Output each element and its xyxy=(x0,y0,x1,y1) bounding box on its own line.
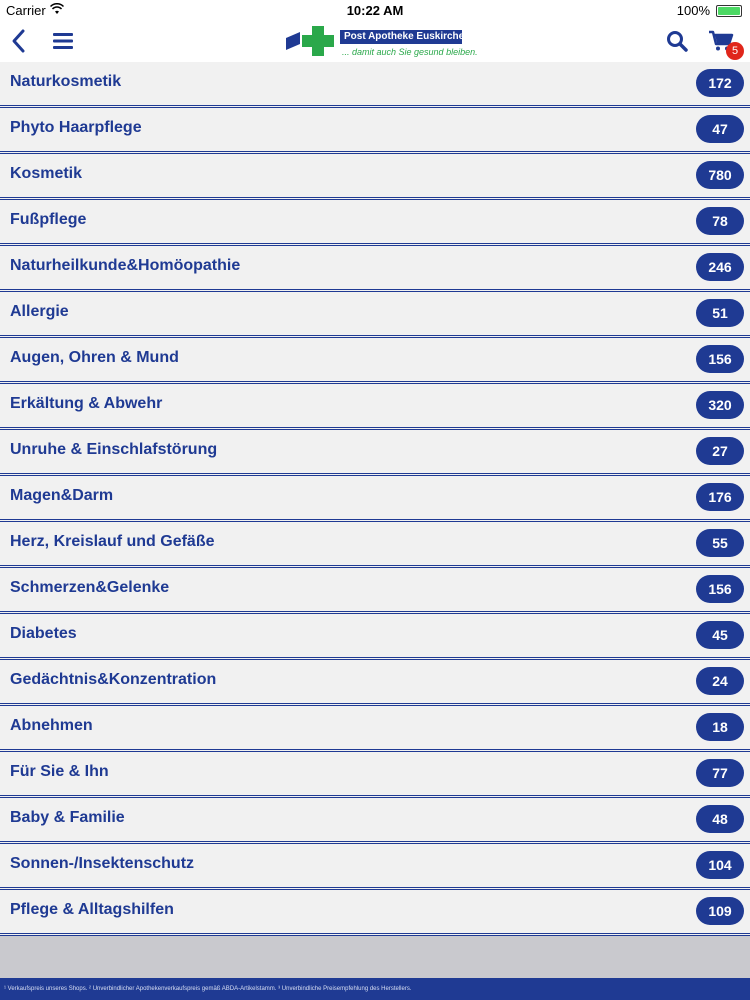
price-footnote-bar: ¹ Verkaufspreis unseres Shops. ² Unverbi… xyxy=(0,978,750,1000)
category-count-badge: 45 xyxy=(696,621,744,649)
category-count-badge: 27 xyxy=(696,437,744,465)
category-row[interactable]: Herz, Kreislauf und Gefäße 55 xyxy=(0,522,750,568)
category-row[interactable]: Kosmetik 780 xyxy=(0,154,750,200)
category-count-badge: 48 xyxy=(696,805,744,833)
status-bar: Carrier 10:22 AM 100% xyxy=(0,0,750,20)
back-chevron-icon[interactable] xyxy=(8,28,30,54)
clock: 10:22 AM xyxy=(346,3,404,18)
category-label: Erkältung & Abwehr xyxy=(10,395,163,412)
battery-percent: 100% xyxy=(676,3,710,18)
category-count-badge: 47 xyxy=(696,115,744,143)
category-label: Unruhe & Einschlafstörung xyxy=(10,441,218,458)
category-row[interactable]: Gedächtnis&Konzentration 24 xyxy=(0,660,750,706)
category-label: Sonnen-/Insektenschutz xyxy=(10,855,195,872)
category-label: Naturheilkunde&Homöopathie xyxy=(10,257,241,274)
category-count-badge: 51 xyxy=(696,299,744,327)
category-row[interactable]: Allergie 51 xyxy=(0,292,750,338)
hamburger-menu-icon[interactable] xyxy=(52,30,74,52)
battery-icon xyxy=(716,5,742,17)
nav-bar: Post Apotheke Euskirchen ... damit auch … xyxy=(0,20,750,64)
category-count-badge: 77 xyxy=(696,759,744,787)
category-count-badge: 176 xyxy=(696,483,744,511)
category-count-badge: 109 xyxy=(696,897,744,925)
category-label: Phyto Haarpflege xyxy=(10,119,142,136)
category-row[interactable]: Naturheilkunde&Homöopathie 246 xyxy=(0,246,750,292)
category-label: Kosmetik xyxy=(10,165,83,182)
category-row[interactable]: Baby & Familie 48 xyxy=(0,798,750,844)
category-label: Abnehmen xyxy=(10,717,93,734)
category-row[interactable]: Diabetes 45 xyxy=(0,614,750,660)
category-count-badge: 172 xyxy=(696,69,744,97)
category-label: Pflege & Alltagshilfen xyxy=(10,901,174,918)
pharmacy-logo[interactable]: Post Apotheke Euskirchen ... damit auch … xyxy=(286,22,478,60)
category-row[interactable]: Für Sie & Ihn 77 xyxy=(0,752,750,798)
category-count-badge: 156 xyxy=(696,345,744,373)
category-count-badge: 780 xyxy=(696,161,744,189)
category-count-badge: 246 xyxy=(696,253,744,281)
category-list: Naturkosmetik 172 Phyto Haarpflege 47 Kosm… xyxy=(0,62,750,936)
category-row[interactable]: Naturkosmetik 172 xyxy=(0,62,750,108)
category-label: Augen, Ohren & Mund xyxy=(10,349,179,366)
category-label: Naturkosmetik xyxy=(10,73,122,90)
category-row[interactable]: Abnehmen 18 xyxy=(0,706,750,752)
category-label: Magen&Darm xyxy=(10,487,114,504)
category-row[interactable]: Pflege & Alltagshilfen 109 xyxy=(0,890,750,936)
category-count-badge: 78 xyxy=(696,207,744,235)
category-label: Baby & Familie xyxy=(10,809,125,826)
category-label: Herz, Kreislauf und Gefäße xyxy=(10,533,215,550)
category-row[interactable]: Erkältung & Abwehr 320 xyxy=(0,384,750,430)
logo-cross-icon xyxy=(286,26,334,56)
category-count-badge: 320 xyxy=(696,391,744,419)
category-row[interactable]: Schmerzen&Gelenke 156 xyxy=(0,568,750,614)
category-label: Gedächtnis&Konzentration xyxy=(10,671,217,688)
category-row[interactable]: Unruhe & Einschlafstörung 27 xyxy=(0,430,750,476)
category-row[interactable]: Phyto Haarpflege 47 xyxy=(0,108,750,154)
category-label: Diabetes xyxy=(10,625,77,642)
category-count-badge: 24 xyxy=(696,667,744,695)
cart-count-badge: 5 xyxy=(726,42,744,60)
category-row[interactable]: Fußpflege 78 xyxy=(0,200,750,246)
search-icon[interactable] xyxy=(666,30,688,52)
category-count-badge: 156 xyxy=(696,575,744,603)
category-row[interactable]: Sonnen-/Insektenschutz 104 xyxy=(0,844,750,890)
category-label: Schmerzen&Gelenke xyxy=(10,579,170,596)
category-count-badge: 18 xyxy=(696,713,744,741)
category-row[interactable]: Magen&Darm 176 xyxy=(0,476,750,522)
category-row[interactable]: Augen, Ohren & Mund 156 xyxy=(0,338,750,384)
logo-slogan: ... damit auch Sie gesund bleiben. xyxy=(342,47,478,57)
category-count-badge: 55 xyxy=(696,529,744,557)
category-label: Allergie xyxy=(10,303,69,320)
category-label: Fußpflege xyxy=(10,211,87,228)
category-count-badge: 104 xyxy=(696,851,744,879)
logo-name: Post Apotheke Euskirchen xyxy=(340,30,462,44)
category-label: Für Sie & Ihn xyxy=(10,763,109,780)
